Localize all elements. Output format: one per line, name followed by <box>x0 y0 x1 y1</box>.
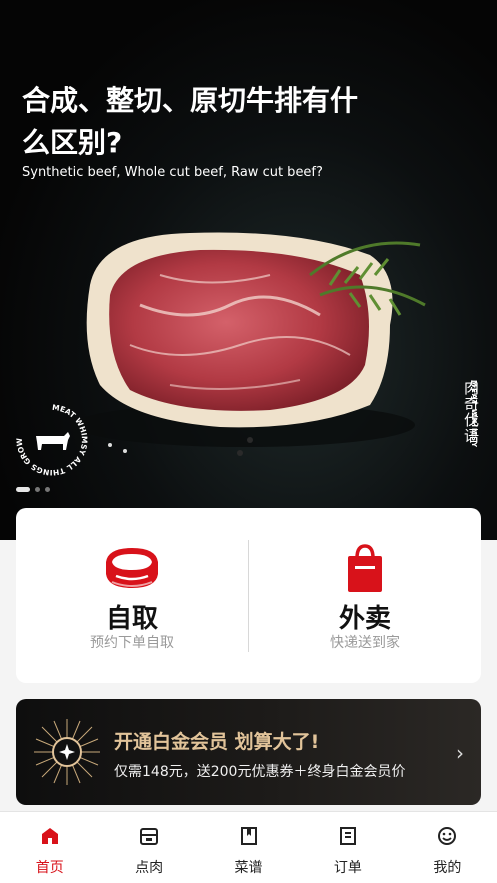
pickup-subtitle: 预约下单自取 <box>90 635 174 651</box>
chevron-right-icon: › <box>456 741 464 765</box>
tab-label: 首页 <box>35 860 64 876</box>
pickup-title: 自取 <box>105 604 158 634</box>
tab-order-meat[interactable]: 点肉 <box>99 812 198 883</box>
delivery-subtitle: 快递送到家 <box>330 635 400 651</box>
tab-label: 菜谱 <box>234 860 263 876</box>
steak-icon <box>106 548 158 588</box>
tab-orders[interactable]: 订单 <box>298 812 397 883</box>
vip-subtitle: 仅需148元，送200元优惠券＋终身白金会员价 <box>114 764 406 780</box>
vip-title: 开通白金会员 划算大了! <box>114 731 320 753</box>
bottom-tab-bar: 首页 点肉 菜谱 订单 我的 <box>0 811 497 883</box>
order-icon <box>339 827 356 845</box>
hero-title: 合成、整切、原切牛排有什么区别? <box>22 84 359 159</box>
hero-banner[interactable]: 合成、整切、原切牛排有什么区别? Synthetic beef, Whole c… <box>0 0 497 540</box>
profile-smile-icon <box>438 827 457 845</box>
hero-subtitle: Synthetic beef, Whole cut beef, Raw cut … <box>22 165 323 180</box>
tab-label: 我的 <box>433 860 462 876</box>
service-card: 自取 预约下单自取 外卖 快递送到家 <box>16 508 481 683</box>
carousel-dot-1[interactable] <box>16 487 30 492</box>
tab-label: 点肉 <box>135 860 164 876</box>
steak-image <box>75 232 426 456</box>
carousel-dot-3[interactable] <box>45 487 50 492</box>
recipe-book-icon <box>240 827 257 845</box>
tab-home[interactable]: 首页 <box>0 812 99 883</box>
star-badge-icon <box>34 719 100 785</box>
brand-english-logo: MEAT WHIMSY <box>470 380 478 449</box>
delivery-button[interactable]: 外卖 快递送到家 <box>249 508 481 683</box>
carousel-dot-2[interactable] <box>35 487 40 492</box>
pickup-button[interactable]: 自取 预约下单自取 <box>16 508 248 683</box>
delivery-title: 外卖 <box>338 604 391 634</box>
carousel-indicator[interactable] <box>16 487 50 492</box>
tab-recipes[interactable]: 菜谱 <box>199 812 298 883</box>
shop-icon <box>140 828 159 845</box>
home-icon <box>41 828 58 844</box>
tab-profile[interactable]: 我的 <box>398 812 497 883</box>
vip-membership-banner[interactable]: 开通白金会员 划算大了! 仅需148元，送200元优惠券＋终身白金会员价 › <box>16 699 481 805</box>
brand-ring-logo: MEAT WHIMSY ALL THINGS GROW <box>15 403 89 477</box>
shopping-bag-icon <box>348 544 382 592</box>
tab-label: 订单 <box>333 860 362 876</box>
